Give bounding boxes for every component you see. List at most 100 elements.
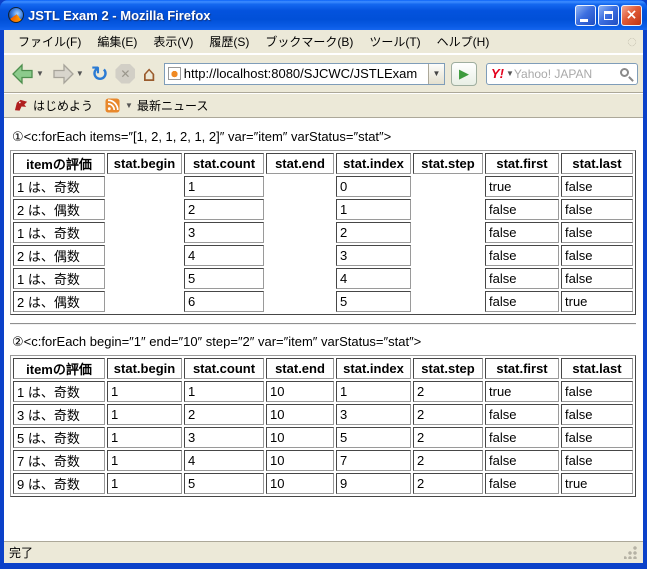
forward-arrow-icon <box>51 63 75 85</box>
table-cell: 2 は、偶数 <box>13 245 105 266</box>
table-cell: 0 <box>336 176 411 197</box>
address-bar: ▼ <box>164 63 445 85</box>
home-button[interactable]: ⌂ <box>140 62 157 86</box>
title-bar[interactable]: JSTL Exam 2 - Mozilla Firefox × <box>0 0 647 30</box>
column-header: stat.count <box>184 153 264 174</box>
column-header: itemの評価 <box>13 358 105 379</box>
table-cell: 3 は、奇数 <box>13 404 105 425</box>
yahoo-engine-icon[interactable]: Y! <box>491 66 504 81</box>
table-cell: 1 <box>107 450 182 471</box>
table-cell: false <box>561 222 633 243</box>
table-cell: 7 は、奇数 <box>13 450 105 471</box>
firefox-logo-icon <box>8 7 24 23</box>
search-icon[interactable] <box>620 68 629 77</box>
table-cell: 6 <box>184 291 264 312</box>
table-cell: 1 は、奇数 <box>13 176 105 197</box>
minimize-icon <box>580 19 588 22</box>
table-cell: false <box>561 427 633 448</box>
go-button[interactable]: ▶ <box>451 62 477 86</box>
menu-help[interactable]: ヘルプ(H) <box>429 30 498 53</box>
menu-file[interactable]: ファイル(F) <box>10 30 89 53</box>
table-cell <box>413 245 483 266</box>
table-cell: false <box>485 291 559 312</box>
search-box: Y! ▼ <box>486 63 638 85</box>
column-header: stat.first <box>485 153 559 174</box>
foreach-range-table: itemの評価stat.beginstat.countstat.endstat.… <box>10 355 636 497</box>
table-cell: 3 <box>336 245 411 266</box>
minimize-button[interactable] <box>575 5 596 26</box>
table-cell: 5 <box>336 427 411 448</box>
table-cell <box>413 222 483 243</box>
table-cell: false <box>561 381 633 402</box>
forward-button[interactable]: ▼ <box>49 61 86 87</box>
table-cell: 2 <box>413 381 483 402</box>
bookmark-label: はじめよう <box>33 97 93 114</box>
table-cell: false <box>561 199 633 220</box>
maximize-button[interactable] <box>598 5 619 26</box>
window-title: JSTL Exam 2 - Mozilla Firefox <box>28 8 575 23</box>
reload-button[interactable]: ↻ <box>89 61 111 87</box>
table-cell: 7 <box>336 450 411 471</box>
table-cell: 1 <box>107 427 182 448</box>
client-area: ファイル(F) 編集(E) 表示(V) 履歴(S) ブックマーク(B) ツール(… <box>4 30 643 563</box>
resize-grip[interactable] <box>624 546 637 559</box>
table-header-row: itemの評価stat.beginstat.countstat.endstat.… <box>13 153 633 174</box>
navigation-toolbar: ▼ ▼ ↻ ✕ ⌂ ▼ ▶ Y! ▼ <box>4 54 643 93</box>
menu-edit[interactable]: 編集(E) <box>89 30 145 53</box>
back-button[interactable]: ▼ <box>9 61 46 87</box>
table-cell <box>107 199 182 220</box>
table-cell: 1 は、奇数 <box>13 268 105 289</box>
table-cell <box>266 222 334 243</box>
table-cell <box>413 199 483 220</box>
table-row: 2 は、偶数43falsefalse <box>13 245 633 266</box>
column-header: stat.step <box>413 358 483 379</box>
foreach-range-heading: ②<c:forEach begin=″1″ end=″10″ step=″2″ … <box>12 334 636 350</box>
status-text: 完了 <box>9 544 624 561</box>
table-cell: 1 <box>107 404 182 425</box>
foreach-items-heading: ①<c:forEach items=″[1, 2, 1, 2, 1, 2]″ v… <box>12 129 636 145</box>
home-icon: ⌂ <box>142 64 155 84</box>
search-engine-dropdown-icon[interactable]: ▼ <box>506 69 514 78</box>
column-header: stat.step <box>413 153 483 174</box>
forward-dropdown-icon[interactable]: ▼ <box>76 69 84 78</box>
table-cell: 5 <box>184 268 264 289</box>
close-button[interactable]: × <box>621 5 642 26</box>
table-cell: 2 は、偶数 <box>13 199 105 220</box>
search-input[interactable] <box>514 67 618 81</box>
table-cell: 10 <box>266 473 334 494</box>
column-header: stat.index <box>336 358 411 379</box>
back-dropdown-icon[interactable]: ▼ <box>36 69 44 78</box>
url-history-dropdown[interactable]: ▼ <box>428 64 444 84</box>
stop-icon: ✕ <box>115 64 135 84</box>
bookmark-getting-started[interactable]: はじめよう <box>10 95 97 116</box>
table-cell: 1 <box>107 381 182 402</box>
menu-tools[interactable]: ツール(T) <box>361 30 428 53</box>
menu-bookmarks[interactable]: ブックマーク(B) <box>257 30 361 53</box>
table-cell: false <box>485 245 559 266</box>
column-header: stat.end <box>266 153 334 174</box>
menu-history[interactable]: 履歴(S) <box>201 30 257 53</box>
feed-dropdown-icon[interactable]: ▼ <box>125 101 133 110</box>
stop-button[interactable]: ✕ <box>113 62 137 86</box>
table-cell: false <box>485 450 559 471</box>
section-separator <box>10 323 636 325</box>
table-row: 1 は、奇数54falsefalse <box>13 268 633 289</box>
table-cell: 9 <box>336 473 411 494</box>
table-row: 2 は、偶数65falsetrue <box>13 291 633 312</box>
table-cell: true <box>485 381 559 402</box>
table-cell: 2 は、偶数 <box>13 291 105 312</box>
table-cell: false <box>561 404 633 425</box>
table-cell: false <box>485 404 559 425</box>
menu-view[interactable]: 表示(V) <box>145 30 201 53</box>
column-header: itemの評価 <box>13 153 105 174</box>
table-cell: 2 <box>184 199 264 220</box>
column-header: stat.first <box>485 358 559 379</box>
url-input[interactable] <box>184 66 428 81</box>
table-row: 1 は、奇数10truefalse <box>13 176 633 197</box>
bookmark-latest-news[interactable]: ▼ 最新ニュース <box>101 95 212 116</box>
table-row: 2 は、偶数21falsefalse <box>13 199 633 220</box>
table-cell: 2 <box>184 404 264 425</box>
table-cell: 3 <box>184 427 264 448</box>
table-cell: false <box>561 450 633 471</box>
table-cell: 2 <box>413 404 483 425</box>
